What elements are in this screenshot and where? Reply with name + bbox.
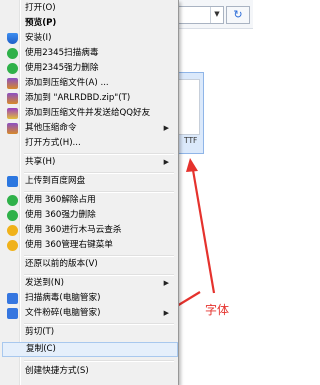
qq-manager-icon: [7, 308, 18, 319]
menu-item-label: 添加到压缩文件并发送给QQ好友: [25, 108, 151, 118]
submenu-arrow-icon: ▶: [163, 158, 169, 166]
menu-item-install[interactable]: 安装(I): [2, 31, 176, 46]
menu-item-label: 预览(P): [25, 18, 57, 28]
address-bar[interactable]: ▼: [178, 6, 224, 24]
chevron-down-icon[interactable]: ▼: [210, 7, 223, 23]
menu-item-2345-scan[interactable]: 使用2345扫描病毒: [2, 46, 176, 61]
menu-item-label: 还原以前的版本(V): [25, 259, 98, 269]
menu-item-create-shortcut[interactable]: 创建快捷方式(S): [2, 364, 176, 379]
2345-scan-icon: [7, 48, 18, 59]
360-scan-icon: [7, 225, 18, 236]
submenu-arrow-icon: ▶: [163, 124, 169, 132]
menu-item-preview[interactable]: 预览(P): [2, 16, 176, 31]
menu-item-add-to-archive[interactable]: 添加到压缩文件(A) ...: [2, 76, 176, 91]
menu-item-label: 添加到压缩文件(A) ...: [25, 78, 109, 88]
menu-item-label: 使用 360强力删除: [25, 210, 96, 220]
menu-item-label: 文件粉碎(电脑管家): [25, 308, 101, 318]
menu-separator: [24, 360, 174, 362]
menu-item-label: 使用2345强力删除: [25, 63, 99, 73]
baidu-cloud-icon: [7, 176, 18, 187]
menu-item-label: 打开(O): [25, 3, 56, 13]
archive-icon: [7, 108, 18, 119]
menu-item-share[interactable]: 共享(H) ▶: [2, 155, 176, 170]
menu-item-label: 复制(C): [26, 344, 56, 354]
archive-icon: [7, 123, 18, 134]
archive-icon: [7, 93, 18, 104]
menu-item-label: 剪切(T): [25, 327, 55, 337]
menu-item-baidu-upload[interactable]: 上传到百度网盘: [2, 174, 176, 189]
menu-item-add-to-zip[interactable]: 添加到 "ARLRDBD.zip"(T): [2, 91, 176, 106]
archive-icon: [7, 78, 18, 89]
menu-item-open[interactable]: 打开(O): [2, 1, 176, 16]
menu-item-label: 扫描病毒(电脑管家): [25, 293, 101, 303]
menu-item-label: 安装(I): [25, 33, 52, 43]
annotation-label: 字体: [205, 303, 230, 317]
shield-icon: [7, 33, 18, 44]
menu-item-360-unlock[interactable]: 使用 360解除占用: [2, 193, 176, 208]
menu-item-label: 创建快捷方式(S): [25, 366, 89, 376]
360-delete-icon: [7, 210, 18, 221]
submenu-arrow-icon: ▶: [163, 309, 169, 317]
menu-item-qq-scan[interactable]: 扫描病毒(电脑管家): [2, 291, 176, 306]
menu-item-send-to[interactable]: 发送到(N) ▶: [2, 276, 176, 291]
menu-item-label: 使用2345扫描病毒: [25, 48, 99, 58]
2345-delete-icon: [7, 63, 18, 74]
context-menu: 打开(O) 预览(P) 安装(I) 使用2345扫描病毒 使用2345强力删除 …: [0, 0, 179, 385]
menu-item-archive-send-qq[interactable]: 添加到压缩文件并发送给QQ好友: [2, 106, 176, 121]
menu-item-label: 使用 360管理右键菜单: [25, 240, 113, 250]
menu-item-open-with[interactable]: 打开方式(H)...: [2, 136, 176, 151]
menu-item-360-scan[interactable]: 使用 360进行木马云查杀: [2, 223, 176, 238]
menu-item-label: 添加到 "ARLRDBD.zip"(T): [25, 93, 131, 103]
refresh-icon[interactable]: ↻: [226, 6, 250, 24]
menu-item-copy[interactable]: 复制(C): [2, 342, 178, 357]
menu-item-other-archive[interactable]: 其他压缩命令 ▶: [2, 121, 176, 136]
menu-item-cut[interactable]: 剪切(T): [2, 325, 176, 340]
menu-item-label: 其他压缩命令: [25, 123, 77, 133]
menu-item-360-delete[interactable]: 使用 360强力删除: [2, 208, 176, 223]
menu-item-qq-shred[interactable]: 文件粉碎(电脑管家) ▶: [2, 306, 176, 321]
submenu-arrow-icon: ▶: [163, 279, 169, 287]
menu-item-label: 使用 360解除占用: [25, 195, 96, 205]
font-file-icon: [176, 79, 200, 135]
menu-item-label: 打开方式(H)...: [25, 138, 81, 148]
360-unlock-icon: [7, 195, 18, 206]
qq-manager-icon: [7, 293, 18, 304]
menu-item-2345-delete[interactable]: 使用2345强力删除: [2, 61, 176, 76]
menu-item-label: 上传到百度网盘: [25, 176, 86, 186]
menu-item-label: 发送到(N): [25, 278, 64, 288]
360-manage-icon: [7, 240, 18, 251]
menu-item-360-manage[interactable]: 使用 360管理右键菜单: [2, 238, 176, 253]
menu-item-restore-versions[interactable]: 还原以前的版本(V): [2, 257, 176, 272]
menu-item-label: 使用 360进行木马云查杀: [25, 225, 122, 235]
menu-item-label: 共享(H): [25, 157, 56, 167]
file-label: TTF: [184, 136, 198, 145]
